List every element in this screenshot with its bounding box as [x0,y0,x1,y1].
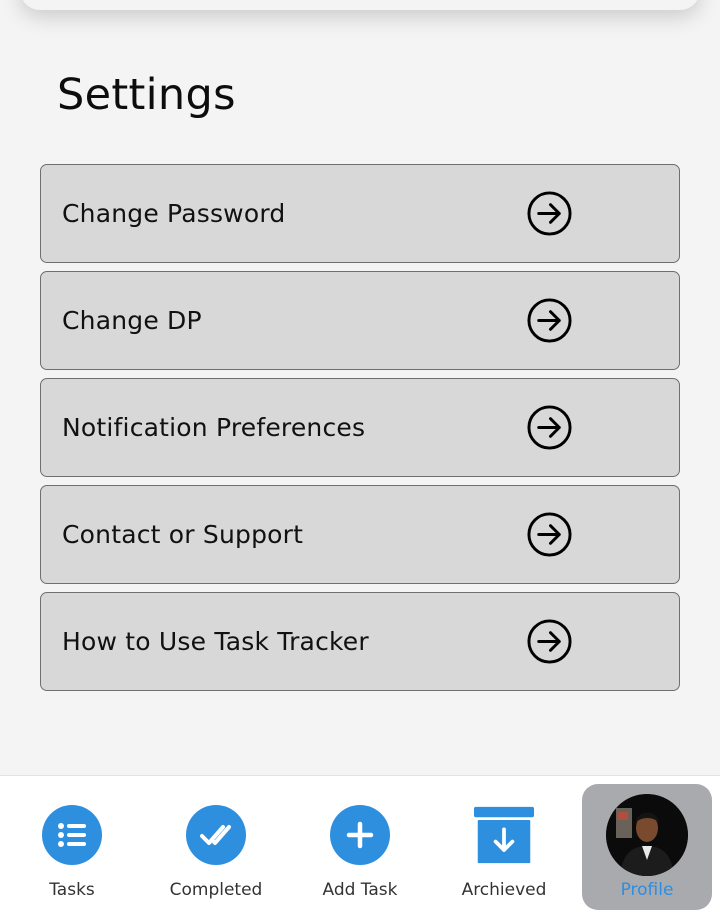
tab-icon-wrap [330,805,390,865]
menu-item-notification-preferences[interactable]: Notification Preferences [40,378,680,477]
tab-completed[interactable]: Completed [144,776,288,916]
arrow-right-circle-icon [527,405,572,450]
menu-item-label: Notification Preferences [62,413,366,442]
tab-archived[interactable]: Archieved [432,776,576,916]
arrow-right-circle-icon [527,191,572,236]
tab-label: Add Task [322,880,398,900]
menu-item-label: Contact or Support [62,520,304,549]
tab-profile[interactable]: Profile [582,784,712,910]
arrow-right-circle-icon [527,512,572,557]
menu-item-label: Change Password [62,199,286,228]
arrow-right-circle-icon [527,619,572,664]
menu-item-change-password[interactable]: Change Password [40,164,680,263]
settings-screen: Settings Change Password Change DP Notif… [0,0,720,916]
tab-icon-wrap [606,794,688,876]
top-bar-shadow [20,0,700,10]
list-icon [42,805,102,865]
menu-item-contact-support[interactable]: Contact or Support [40,485,680,584]
tab-icon-wrap [42,805,102,865]
arrow-right-circle-icon [527,298,572,343]
page-title: Settings [57,70,236,120]
tab-label: Tasks [49,880,95,900]
avatar [606,794,688,876]
tab-label: Archieved [461,880,547,900]
settings-menu: Change Password Change DP Notification P… [40,164,680,699]
tab-label: Profile [620,880,674,900]
archive-icon [474,806,534,864]
tab-tasks[interactable]: Tasks [0,776,144,916]
tab-label: Completed [169,880,263,900]
menu-item-label: Change DP [62,306,202,335]
tab-add-task[interactable]: Add Task [288,776,432,916]
plus-icon [330,805,390,865]
double-check-icon [186,805,246,865]
tab-icon-wrap [186,805,246,865]
tab-icon-wrap [474,805,534,865]
bottom-navigation: Tasks Completed Add Task Archieved Profi… [0,775,720,916]
menu-item-how-to-use[interactable]: How to Use Task Tracker [40,592,680,691]
menu-item-change-dp[interactable]: Change DP [40,271,680,370]
menu-item-label: How to Use Task Tracker [62,627,369,656]
